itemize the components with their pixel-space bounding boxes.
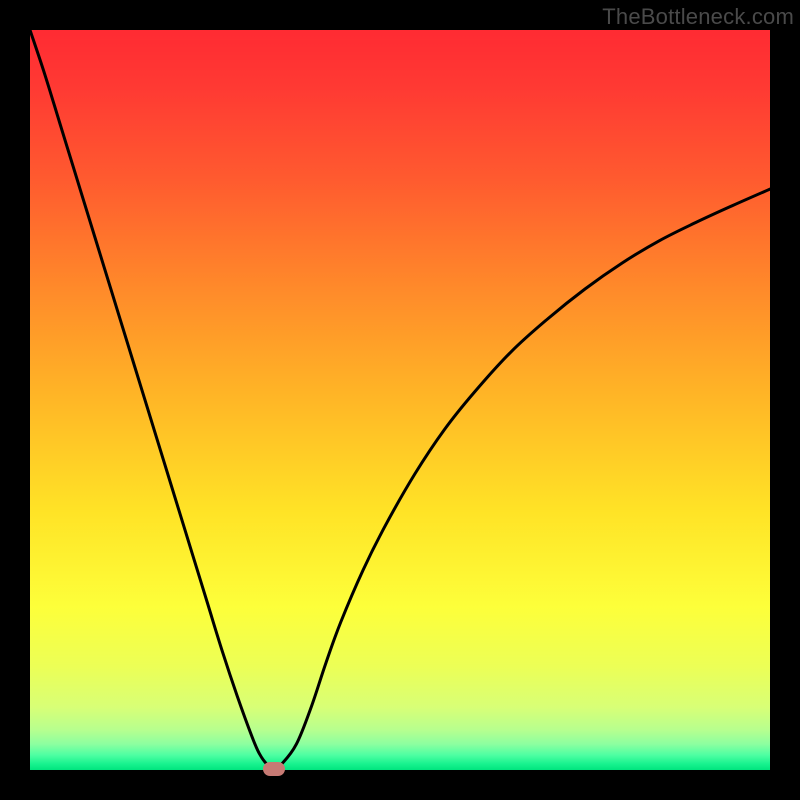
chart-plot-area xyxy=(30,30,770,770)
bottleneck-curve xyxy=(30,30,770,770)
watermark-text: TheBottleneck.com xyxy=(602,4,794,30)
minimum-marker xyxy=(263,762,285,776)
